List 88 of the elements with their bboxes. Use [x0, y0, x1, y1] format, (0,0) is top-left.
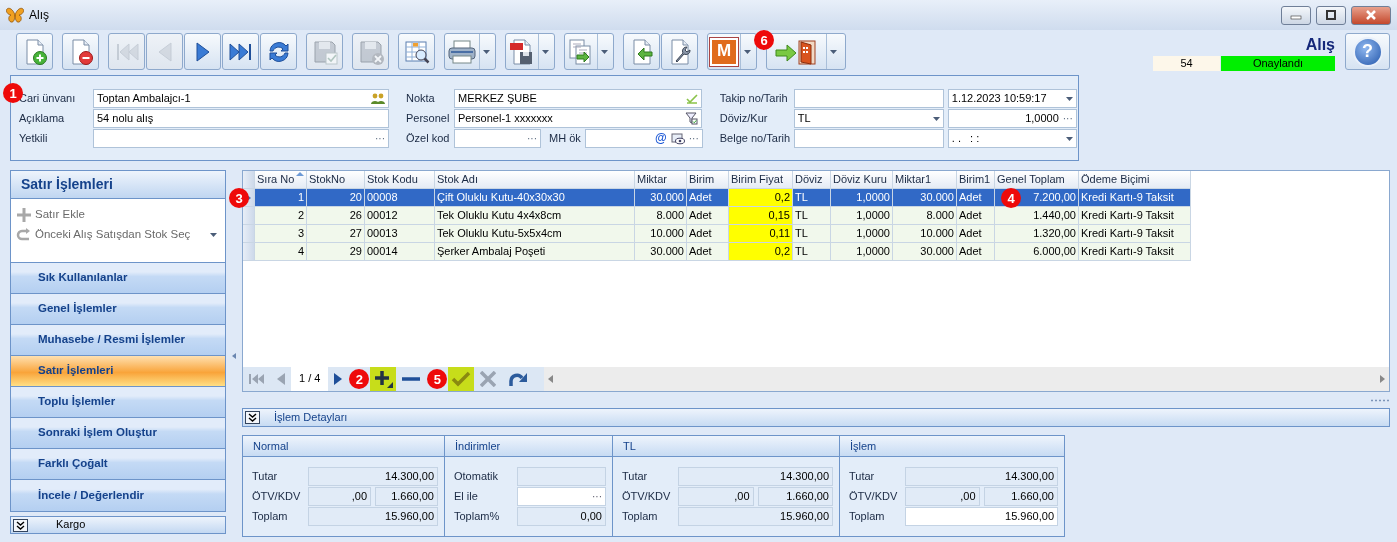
callout-badge: 6: [754, 30, 774, 50]
table-cell: Adet: [687, 189, 729, 207]
status-label: Onaylandı: [1221, 56, 1335, 71]
table-cell: Kredi Kartı-9 Taksit: [1079, 207, 1191, 225]
table-cell: 10.000: [635, 225, 687, 243]
callout-badge: 5: [427, 369, 448, 389]
table-cell: TL: [793, 189, 831, 207]
table-cell: 00014: [365, 243, 435, 261]
panel-title: Satır İşlemleri: [11, 171, 225, 199]
field-label: Açıklama: [19, 111, 66, 126]
table-cell: 8.000: [893, 207, 957, 225]
field-label: Toplam: [849, 509, 886, 524]
field-label: Belge no/Tarih: [719, 131, 790, 146]
table-cell: 1,0000: [831, 189, 893, 207]
table-cell: 1.320,00: [995, 225, 1079, 243]
field-label: El ile: [454, 489, 479, 504]
table-cell: Kredi Kartı-9 Taksit: [1079, 225, 1191, 243]
table-cell: 20: [307, 189, 365, 207]
field-label: Tutar: [622, 469, 649, 484]
form-title: Alış: [1305, 35, 1335, 55]
table-cell: TL: [793, 225, 831, 243]
table-cell: 00013: [365, 225, 435, 243]
field-label: Tutar: [252, 469, 279, 484]
field-label: Nokta: [406, 91, 436, 106]
table-cell: 1,0000: [831, 207, 893, 225]
table-cell: 00012: [365, 207, 435, 225]
callout-badge: 3: [229, 188, 249, 208]
field-label: Otomatik: [454, 469, 499, 484]
table-cell: 1: [255, 189, 307, 207]
field-label: ÖTV/KDV: [622, 489, 672, 504]
table-cell: Tek Oluklu Kutu-5x5x4cm: [435, 225, 635, 243]
page-indicator: 1 / 4: [291, 367, 329, 391]
table-cell: Kredi Kartı-9 Taksit: [1079, 243, 1191, 261]
table-cell: 10.000: [893, 225, 957, 243]
callout-badge: 2: [349, 369, 370, 389]
table-cell: TL: [793, 207, 831, 225]
table-cell: TL: [793, 243, 831, 261]
section-title: İşlem Detayları: [274, 410, 348, 425]
table-cell: Çift Oluklu Kutu-40x30x30: [435, 189, 635, 207]
table-cell: Adet: [957, 207, 995, 225]
table-cell: 8.000: [635, 207, 687, 225]
field-label: Yetkili: [19, 131, 49, 146]
table-cell: 00008: [365, 189, 435, 207]
table-cell: 0,11: [729, 225, 793, 243]
field-label: ÖTV/KDV: [252, 489, 302, 504]
field-label: Özel kod: [406, 131, 450, 146]
field-label: Tutar: [849, 469, 876, 484]
panel-title: İndirimler: [445, 436, 612, 457]
table-cell: 26: [307, 207, 365, 225]
table-cell: Şerker Ambalaj Poşeti: [435, 243, 635, 261]
table-cell: Adet: [957, 189, 995, 207]
table-cell: 27: [307, 225, 365, 243]
panel-title: İşlem: [840, 436, 1064, 457]
table-cell: 30.000: [893, 243, 957, 261]
record-number: 54: [1153, 56, 1220, 71]
table-cell: 0,2: [729, 189, 793, 207]
panel-title: TL: [613, 436, 839, 457]
field-label: Takip no/Tarih: [719, 91, 789, 106]
table-cell: 2: [255, 207, 307, 225]
field-label: Döviz/Kur: [719, 111, 769, 126]
table-cell: 29: [307, 243, 365, 261]
table-cell: 3: [255, 225, 307, 243]
table-cell: 30.000: [635, 243, 687, 261]
field-label: Personel: [406, 111, 450, 126]
table-cell: 1,0000: [831, 243, 893, 261]
table-cell: Adet: [957, 225, 995, 243]
table-cell: 1,0000: [831, 225, 893, 243]
table-cell: Adet: [687, 243, 729, 261]
section-title: Kargo: [56, 518, 86, 532]
table-cell: Kredi Kartı-9 Taksit: [1079, 189, 1191, 207]
table-cell: Adet: [687, 207, 729, 225]
table-cell: 1.440,00: [995, 207, 1079, 225]
table-cell: Tek Oluklu Kutu 4x4x8cm: [435, 207, 635, 225]
panel-title: Normal: [243, 436, 444, 457]
table-cell: 30.000: [635, 189, 687, 207]
table-cell: 30.000: [893, 189, 957, 207]
table-cell: Adet: [687, 225, 729, 243]
field-label: Toplam%: [454, 509, 501, 524]
table-cell: 0,2: [729, 243, 793, 261]
field-label: ÖTV/KDV: [849, 489, 899, 504]
window-title: Alış: [29, 7, 49, 23]
field-label: Toplam: [622, 509, 659, 524]
table-cell: 6.000,00: [995, 243, 1079, 261]
field-label: Toplam: [252, 509, 289, 524]
field-label: MH ök: [549, 131, 581, 146]
table-cell: Adet: [957, 243, 995, 261]
table-cell: 0,15: [729, 207, 793, 225]
table-cell: 4: [255, 243, 307, 261]
